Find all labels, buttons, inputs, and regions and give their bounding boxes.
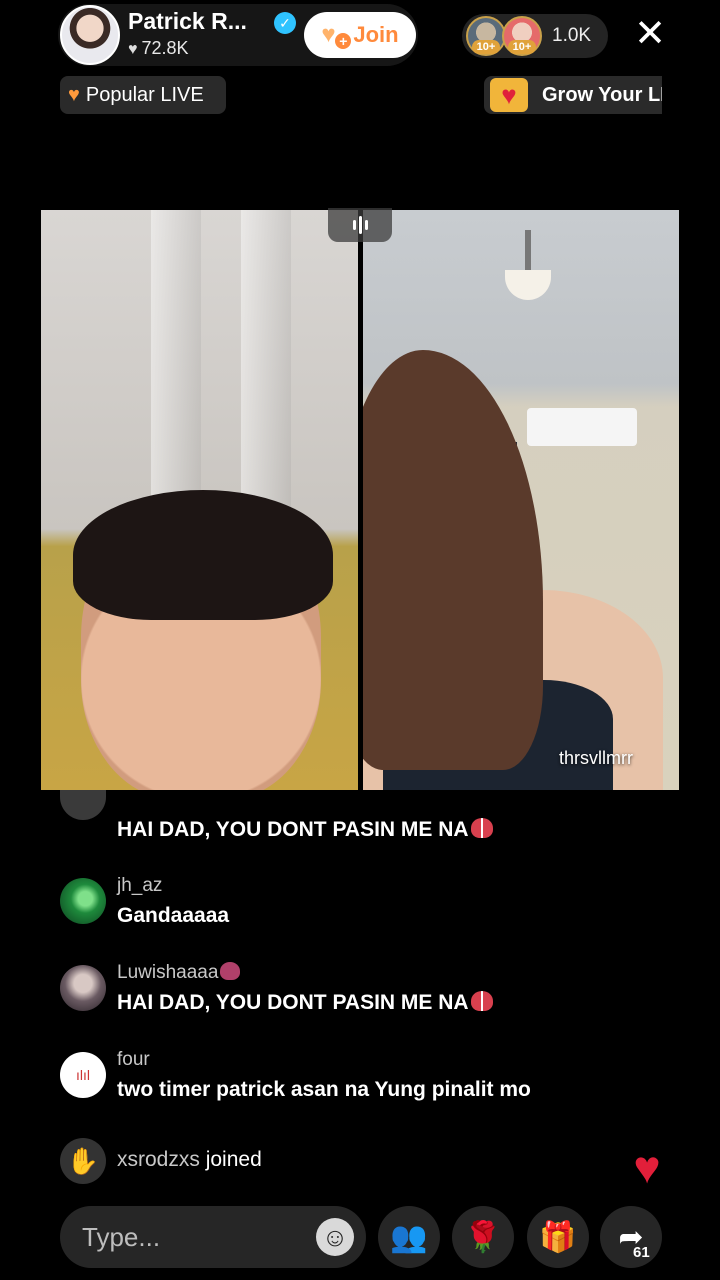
share-arrow-icon[interactable]: ➦ bbox=[600, 1206, 662, 1268]
popular-live-tag[interactable]: ♥ Popular LIVE bbox=[60, 76, 226, 114]
join-notice: xsrodzxs joined bbox=[117, 1148, 262, 1172]
ceiling-fan-shape bbox=[503, 230, 553, 300]
chat-message-text: Gandaaaaa bbox=[117, 904, 230, 927]
floating-heart-icon: ♥ bbox=[633, 1141, 661, 1193]
guest-name[interactable]: thrsvllmrr bbox=[559, 748, 633, 769]
join-label: Join bbox=[353, 22, 399, 47]
split-divider bbox=[358, 210, 363, 790]
waving-hand-icon: ✋ bbox=[60, 1138, 106, 1184]
close-icon[interactable]: ✕ bbox=[632, 15, 668, 53]
joined-username[interactable]: xsrodzxs bbox=[117, 1148, 200, 1171]
flame-heart-icon: ♥ bbox=[68, 83, 80, 106]
chat-avatar[interactable] bbox=[60, 878, 106, 924]
chat-avatar[interactable] bbox=[60, 965, 106, 1011]
popular-live-label: Popular LIVE bbox=[85, 83, 204, 106]
split-view-handle-icon[interactable] bbox=[328, 208, 392, 242]
joined-text: joined bbox=[205, 1148, 262, 1171]
chat-message-text: HAI DAD, YOU DONT PASIN ME NA bbox=[117, 991, 493, 1015]
grow-your-live-banner[interactable]: ♥ Grow Your LIVE bbox=[484, 76, 662, 114]
join-heart-plus-icon: ♥ + bbox=[321, 23, 352, 49]
chat-username[interactable]: jh_az bbox=[117, 875, 162, 897]
viewer-count[interactable]: 1.0K bbox=[552, 25, 591, 47]
guest-hair-shape bbox=[363, 350, 543, 770]
heart-emoji-icon bbox=[470, 991, 493, 1011]
multi-guest-icon[interactable]: 👥 bbox=[378, 1206, 440, 1268]
heart-emoji-icon bbox=[470, 818, 493, 838]
share-count: 61 bbox=[633, 1244, 650, 1261]
chat-message-text: two timer patrick asan na Yung pinalit m… bbox=[117, 1078, 531, 1101]
comment-placeholder: Type... bbox=[82, 1222, 161, 1252]
host-video-feed[interactable] bbox=[41, 210, 358, 790]
chat-avatar[interactable] bbox=[60, 790, 106, 820]
host-likes: ♥ 72.8K bbox=[128, 38, 189, 59]
host-name[interactable]: Patrick R... bbox=[128, 8, 247, 35]
viewer-rank-badge: 10+ bbox=[508, 40, 536, 54]
likes-count: 72.8K bbox=[141, 38, 189, 58]
viewer-rank-badge: 10+ bbox=[472, 40, 500, 54]
gift-heart-icon: ♥ bbox=[490, 78, 528, 112]
chat-username[interactable]: Luwishaaaa bbox=[117, 962, 241, 984]
heart-icon: ♥ bbox=[128, 41, 138, 58]
heart-emoji-icon bbox=[220, 962, 241, 980]
chat-avatar[interactable]: ılıl bbox=[60, 1052, 106, 1098]
chat-message-text: HAI DAD, YOU DONT PASIN ME NA bbox=[117, 818, 493, 842]
host-avatar[interactable] bbox=[60, 5, 120, 65]
air-conditioner-shape bbox=[527, 408, 637, 446]
join-button[interactable]: ♥ + Join bbox=[304, 12, 416, 58]
rose-gift-icon[interactable]: 🌹 bbox=[452, 1206, 514, 1268]
guest-video-feed[interactable] bbox=[363, 210, 679, 790]
verified-badge-icon: ✓ bbox=[274, 12, 296, 34]
host-hair-shape bbox=[73, 490, 333, 620]
chat-username[interactable]: four bbox=[117, 1049, 150, 1071]
emoji-face-icon[interactable]: ☺ bbox=[316, 1218, 354, 1256]
grow-your-live-label: Grow Your LIVE bbox=[542, 84, 662, 106]
gift-icon[interactable]: 🎁 bbox=[527, 1206, 589, 1268]
